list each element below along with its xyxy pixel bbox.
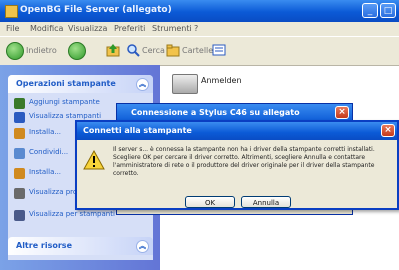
- cancel-button[interactable]: Annulla: [241, 196, 291, 208]
- dialog-title: Connetti alla stampante: [83, 126, 192, 135]
- chevron-up-icon[interactable]: ︽: [136, 240, 149, 253]
- dialog-title-bar[interactable]: Connetti alla stampante ×: [77, 122, 397, 140]
- menu-tools[interactable]: Strumenti: [152, 24, 192, 33]
- menu-edit[interactable]: Modifica: [30, 24, 63, 33]
- chevron-up-icon[interactable]: ︽: [136, 78, 149, 91]
- share-icon: [14, 148, 25, 159]
- section-header[interactable]: Operazioni stampante ︽: [8, 75, 153, 93]
- printer-icon: [14, 210, 25, 221]
- other-title: Altre risorse: [16, 241, 72, 250]
- ok-button[interactable]: OK: [185, 196, 235, 208]
- toolbar: Indietro Cerca Cartelle: [0, 36, 399, 66]
- search-icon[interactable]: [126, 43, 140, 57]
- up-folder-icon[interactable]: [106, 43, 120, 57]
- menu-view[interactable]: Visualizza: [68, 24, 107, 33]
- forward-arrow-icon[interactable]: [68, 42, 86, 60]
- task-label: Aggiungi stampante: [29, 98, 100, 106]
- install-icon: [14, 128, 25, 139]
- view-icon: [14, 112, 25, 123]
- printer-label[interactable]: Anmelden: [201, 76, 242, 85]
- task-label: Condividi...: [29, 148, 69, 156]
- task-label: Installa...: [29, 168, 62, 176]
- dialog-message: Il server s... è connessa la stampante n…: [113, 146, 375, 177]
- title-bar[interactable]: OpenBG File Server (allegato) _ □: [0, 0, 399, 22]
- close-icon[interactable]: ×: [381, 124, 395, 137]
- menu-file[interactable]: File: [6, 24, 19, 33]
- warning-icon: [83, 150, 105, 170]
- menu-help[interactable]: ?: [194, 24, 198, 33]
- folder-icon: [5, 5, 18, 18]
- folders-icon[interactable]: [166, 43, 180, 57]
- window-title: OpenBG File Server (allegato): [20, 5, 172, 15]
- menu-favorites[interactable]: Preferiti: [114, 24, 145, 33]
- other-resources-section: Altre risorse ︽: [8, 237, 153, 265]
- views-icon[interactable]: [212, 43, 226, 57]
- minimize-button[interactable]: _: [362, 3, 378, 18]
- back-button-label[interactable]: Indietro: [26, 46, 57, 55]
- connection-title: Connessione a Stylus C46 su allegato: [131, 108, 300, 117]
- properties-icon: [14, 188, 25, 199]
- install-icon: [14, 168, 25, 179]
- task-label: Visualizza per stampanti: [29, 210, 115, 218]
- back-arrow-icon[interactable]: [6, 42, 24, 60]
- add-printer-icon: [14, 98, 25, 109]
- maximize-button[interactable]: □: [380, 3, 396, 18]
- task-label: Installa...: [29, 128, 62, 136]
- menu-bar: File Modifica Visualizza Preferiti Strum…: [0, 22, 399, 36]
- task-label: Visualizza stampanti: [29, 112, 102, 120]
- close-icon[interactable]: ×: [335, 106, 349, 119]
- printer-icon[interactable]: [172, 74, 198, 94]
- folders-button-label[interactable]: Cartelle: [182, 46, 213, 55]
- search-button-label[interactable]: Cerca: [142, 46, 165, 55]
- other-header[interactable]: Altre risorse ︽: [8, 237, 153, 255]
- connect-printer-dialog: Connetti alla stampante × Il server s...…: [75, 120, 399, 210]
- section-title: Operazioni stampante: [16, 79, 116, 88]
